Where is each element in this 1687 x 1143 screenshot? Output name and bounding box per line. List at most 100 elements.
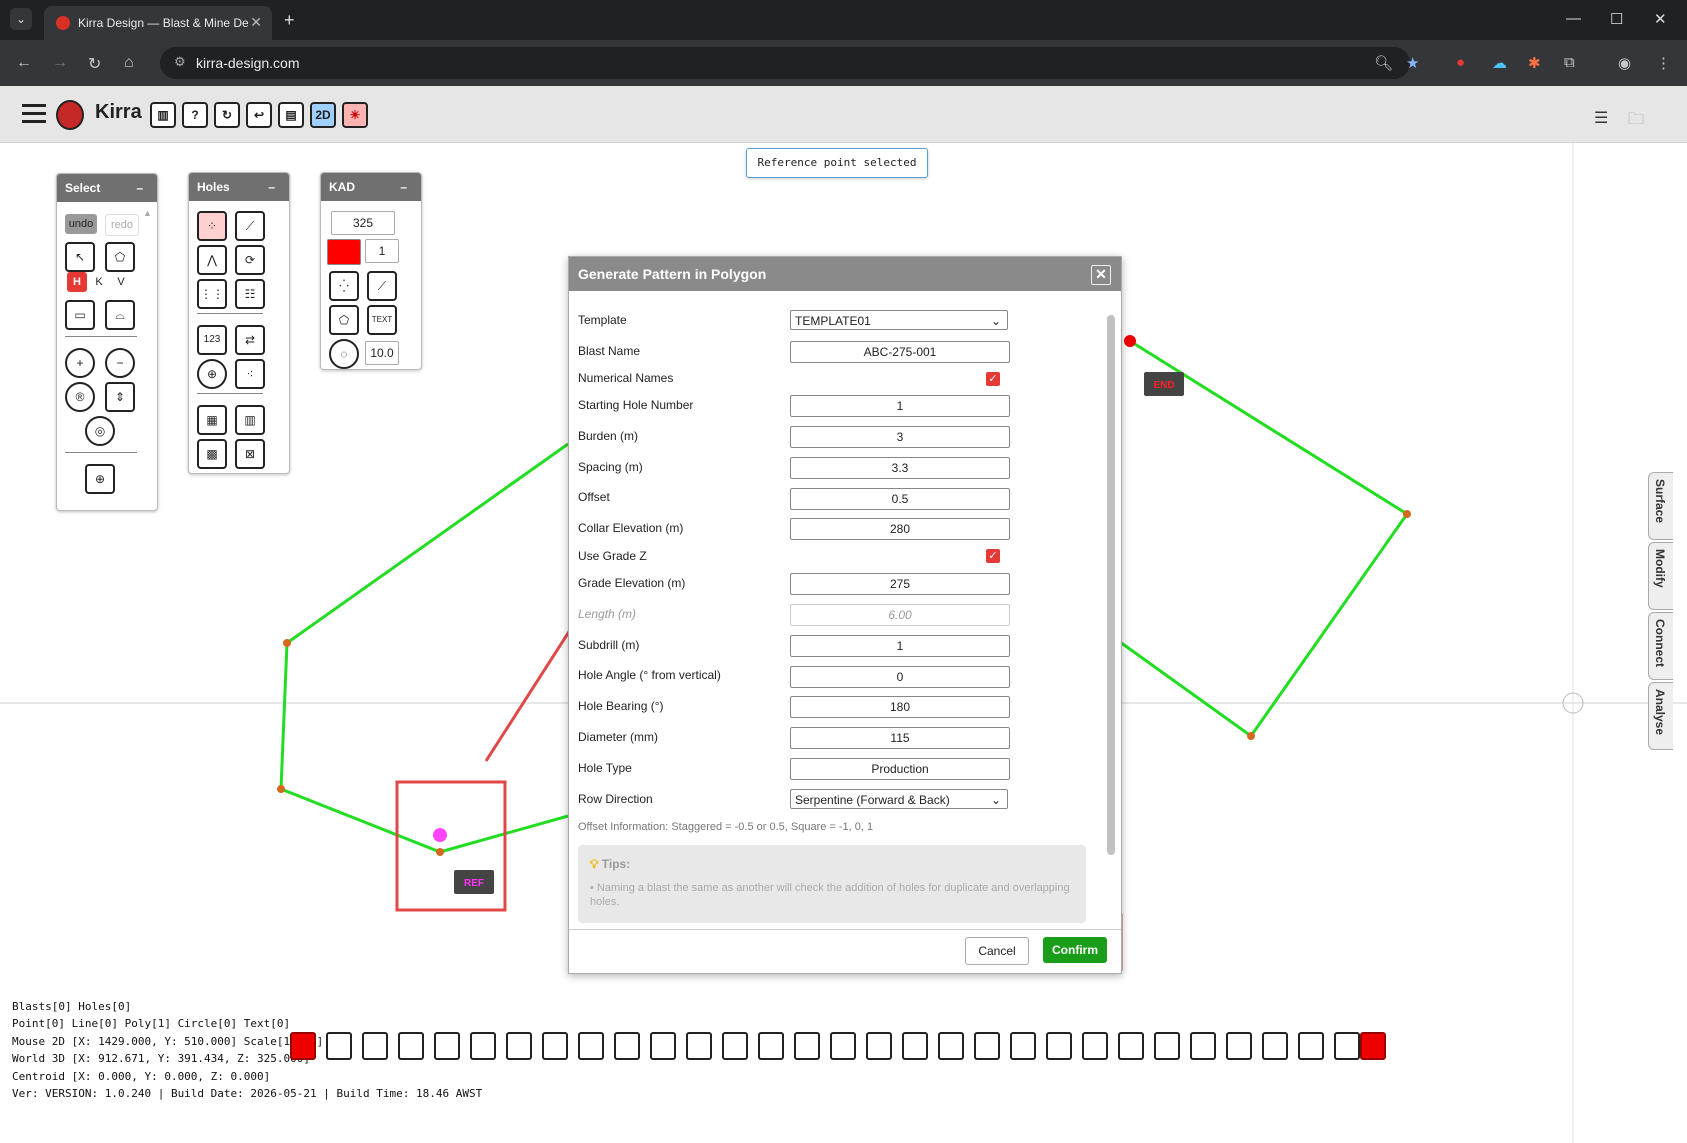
undo-arrow-icon[interactable]: ↩ [246, 102, 272, 128]
polygon-vertex[interactable] [436, 848, 444, 856]
use-grade-z-checkbox[interactable]: ✓ [986, 549, 1000, 563]
bottom-tool-icon[interactable] [326, 1032, 352, 1060]
hole-type-input[interactable]: Production [790, 758, 1010, 780]
target-icon[interactable]: ◎ [85, 416, 115, 446]
crosshair-icon[interactable]: ⊕ [197, 359, 227, 389]
kad-panel-header[interactable]: KAD – [321, 173, 421, 201]
v-toggle[interactable]: V [111, 272, 131, 292]
minimize-panel-icon[interactable]: – [268, 173, 275, 201]
cloud-extension-icon[interactable]: ☁ [1492, 54, 1507, 72]
confirm-button[interactable]: Confirm [1043, 937, 1107, 963]
bottom-tool-icon[interactable] [1262, 1032, 1288, 1060]
close-window-icon[interactable]: ✕ [1654, 10, 1667, 28]
bottom-tool-icon[interactable] [722, 1032, 748, 1060]
view-2d-icon[interactable]: 2D [310, 102, 336, 128]
grade-elevation-input[interactable]: 275 [790, 573, 1010, 595]
site-info-icon[interactable]: ⚙ [174, 54, 186, 70]
list-icon[interactable]: ☰ [1594, 108, 1608, 128]
delete-all-icon[interactable] [1360, 1032, 1386, 1060]
bottom-tool-icon[interactable] [1226, 1032, 1252, 1060]
color-swatch[interactable] [327, 239, 361, 265]
bottom-tool-icon[interactable] [1190, 1032, 1216, 1060]
bottom-tool-icon[interactable] [830, 1032, 856, 1060]
scatter-icon[interactable]: ⁖ [235, 359, 265, 389]
hole-list-icon[interactable]: ☷ [235, 279, 265, 309]
column-tools-icon[interactable]: ▥ [235, 405, 265, 435]
offset-input[interactable]: 0.5 [790, 488, 1010, 510]
side-tab-surface[interactable]: Surface [1648, 472, 1673, 540]
bottom-tool-icon[interactable] [1334, 1032, 1360, 1060]
diameter-input[interactable]: 115 [790, 727, 1010, 749]
numbering-icon[interactable]: 123 [197, 325, 227, 355]
panel-scroll-up-icon[interactable]: ▲ [143, 208, 153, 218]
rotate-holes-icon[interactable]: ⟳ [235, 245, 265, 275]
table-settings-icon[interactable]: ▦ [197, 405, 227, 435]
burden-input[interactable]: 3 [790, 426, 1010, 448]
numerical-names-checkbox[interactable]: ✓ [986, 372, 1000, 386]
measure-ruler-icon[interactable]: ▭ [65, 300, 95, 330]
extension-icon[interactable]: ● [1456, 54, 1465, 71]
zoom-icon[interactable]: 🔍︎ [1374, 54, 1393, 72]
bottom-tool-icon[interactable] [1046, 1032, 1072, 1060]
bottom-tool-icon[interactable] [866, 1032, 892, 1060]
subdrill-input[interactable]: 1 [790, 635, 1010, 657]
new-tab-button[interactable]: + [284, 10, 295, 31]
reset-view-icon[interactable]: ® [65, 382, 95, 412]
minimize-panel-icon[interactable]: – [400, 173, 407, 201]
close-icon[interactable]: ✕ [1091, 265, 1111, 285]
kad-points-icon[interactable]: ⁛ [329, 271, 359, 301]
bottom-tool-icon[interactable] [758, 1032, 784, 1060]
minimize-panel-icon[interactable]: – [136, 174, 143, 202]
pattern-lines-icon[interactable]: ⊠ [235, 439, 265, 469]
bottom-tool-icon[interactable] [1010, 1032, 1036, 1060]
add-holes-icon[interactable]: ⁘ [197, 211, 227, 241]
folder-icon[interactable]: 🗀 [1628, 108, 1644, 135]
k-toggle[interactable]: K [89, 272, 109, 292]
h-toggle[interactable]: H [67, 272, 87, 292]
redo-button[interactable]: redo [105, 214, 139, 236]
elevation-input[interactable]: 325 [331, 211, 395, 235]
bottom-tool-icon[interactable] [1118, 1032, 1144, 1060]
undo-button[interactable]: undo [65, 214, 97, 234]
bottom-tool-icon[interactable] [974, 1032, 1000, 1060]
bookmark-star-icon[interactable]: ★ [1406, 54, 1419, 72]
line-width-input[interactable]: 1 [365, 239, 399, 263]
side-tab-analyse[interactable]: Analyse [1648, 682, 1673, 750]
bottom-tool-icon[interactable] [1082, 1032, 1108, 1060]
grid-pattern-icon[interactable]: ⋮⋮ [197, 279, 227, 309]
profile-avatar-icon[interactable]: ◉ [1618, 54, 1631, 72]
template-select[interactable]: TEMPLATE01 ⌄ [790, 310, 1008, 330]
swap-icon[interactable]: ⇄ [235, 325, 265, 355]
kad-circle-icon[interactable]: ◌ [329, 339, 359, 369]
side-tab-connect[interactable]: Connect [1648, 612, 1673, 680]
polygon-left-edge[interactable] [279, 442, 569, 854]
browser-tab[interactable]: Kirra Design — Blast & Mine De ✕ [44, 6, 272, 40]
minimize-icon[interactable]: — [1566, 10, 1581, 27]
kad-line-icon[interactable]: ⟋ [367, 271, 397, 301]
asterisk-extension-icon[interactable]: ✱ [1528, 54, 1541, 72]
refresh-settings-icon[interactable]: ↻ [214, 102, 240, 128]
dialog-scroll-thumb[interactable] [1107, 315, 1115, 855]
bottom-tool-icon[interactable] [434, 1032, 460, 1060]
globe-settings-icon[interactable]: ⊕ [85, 464, 115, 494]
polygon-vertex[interactable] [1403, 510, 1411, 518]
starting-hole-number-input[interactable]: 1 [790, 395, 1010, 417]
pattern-polygon-icon[interactable]: ▩ [197, 439, 227, 469]
polygon-select-icon[interactable]: ⬠ [105, 242, 135, 272]
bottom-tool-icon[interactable] [398, 1032, 424, 1060]
zoom-out-icon[interactable]: − [105, 348, 135, 378]
home-icon[interactable]: ⌂ [124, 54, 134, 72]
browser-menu-icon[interactable]: ⋮ [1656, 54, 1671, 72]
polygon-vertex[interactable] [283, 639, 291, 647]
dialog-scrollbar[interactable] [1107, 299, 1115, 911]
bottom-tool-icon[interactable] [902, 1032, 928, 1060]
bottom-tool-icon[interactable] [794, 1032, 820, 1060]
pointer-select-icon[interactable]: ↖ [65, 242, 95, 272]
book-icon[interactable]: ▥ [150, 102, 176, 128]
hole-angle-input[interactable]: 0 [790, 666, 1010, 688]
bottom-tool-icon[interactable] [578, 1032, 604, 1060]
reload-icon[interactable]: ↻ [88, 54, 101, 74]
close-tab-icon[interactable]: ✕ [250, 14, 262, 31]
row-direction-select[interactable]: Serpentine (Forward & Back) ⌄ [790, 789, 1008, 809]
add-line-holes-icon[interactable]: ⟋ [235, 211, 265, 241]
